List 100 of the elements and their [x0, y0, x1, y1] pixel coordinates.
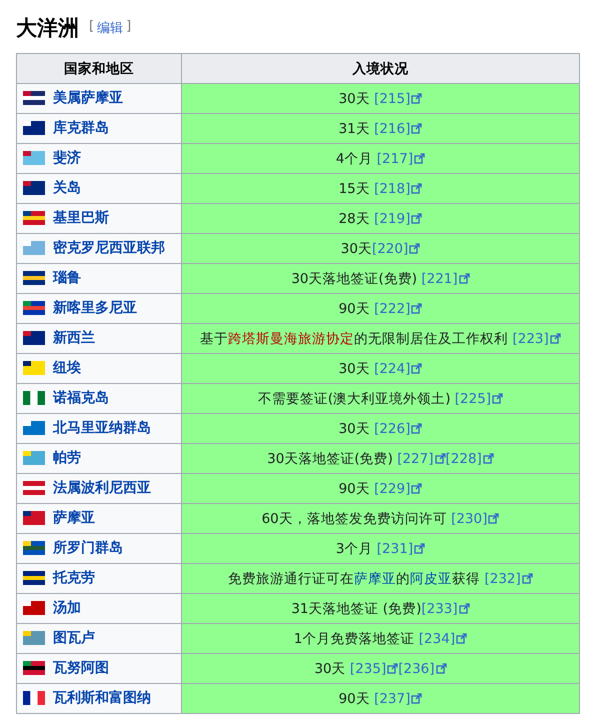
- flag-icon: [23, 570, 45, 584]
- reference-link[interactable]: [231]: [376, 540, 426, 556]
- reference-link[interactable]: [215]: [374, 90, 422, 106]
- entry-status-text: 30天: [340, 240, 372, 256]
- country-link[interactable]: 汤加: [53, 598, 81, 616]
- reference-link[interactable]: [223]: [512, 330, 561, 346]
- reference-link[interactable]: [222]: [374, 300, 422, 316]
- bracket: ]: [126, 19, 132, 36]
- reference-link[interactable]: [230]: [451, 510, 500, 526]
- reference-link[interactable]: [226]: [374, 420, 422, 436]
- entry-status-text: 30天: [338, 90, 371, 106]
- external-link-icon: [409, 243, 420, 254]
- flag-icon: [23, 690, 45, 704]
- country-link[interactable]: 帕劳: [53, 448, 81, 466]
- external-link-icon: [436, 663, 447, 674]
- entry-status-text: 免费旅游通行证可在萨摩亚的阿皮亚获得: [228, 570, 482, 586]
- flag-icon: [23, 300, 45, 314]
- flag-icon: [23, 390, 45, 404]
- reference-link[interactable]: [224]: [374, 360, 422, 376]
- country-link[interactable]: 关岛: [53, 178, 81, 196]
- entry-status-text: 30天: [314, 660, 347, 676]
- external-link-icon: [458, 603, 470, 614]
- external-link-icon: [414, 543, 426, 554]
- reference-link[interactable]: [237]: [374, 690, 422, 706]
- reference-link[interactable]: [220]: [372, 240, 420, 256]
- reference-link[interactable]: [235]: [350, 660, 398, 676]
- external-link-icon: [492, 393, 504, 404]
- entry-status-text: 31天落地签证 (免费): [291, 600, 422, 616]
- country-link[interactable]: 斐济: [53, 148, 81, 166]
- reference-link[interactable]: [233]: [421, 600, 470, 616]
- reference-link[interactable]: [236]: [398, 660, 447, 676]
- flag-icon: [23, 240, 45, 254]
- entry-status-text: 90天: [338, 300, 371, 316]
- reference-link[interactable]: [216]: [374, 120, 422, 136]
- external-link-icon: [550, 333, 561, 344]
- flag-icon: [23, 510, 45, 524]
- entry-status-text: 基于跨塔斯曼海旅游协定的无限制居住及工作权利: [200, 330, 510, 346]
- reference-link[interactable]: [225]: [454, 390, 504, 406]
- flag-icon: [23, 330, 45, 344]
- external-link-icon: [522, 573, 533, 584]
- reference-link[interactable]: [221]: [421, 270, 470, 286]
- article-link[interactable]: 阿皮亚: [410, 570, 452, 586]
- bracket: [: [89, 19, 94, 36]
- flag-icon: [23, 420, 45, 434]
- article-link[interactable]: 萨摩亚: [354, 570, 396, 586]
- reference-link[interactable]: [217]: [376, 150, 426, 166]
- external-link-icon: [411, 423, 422, 434]
- external-link-icon: [411, 693, 422, 704]
- flag-icon: [23, 180, 45, 194]
- entry-status-text: 31天: [338, 120, 371, 136]
- entry-status-text: 30天: [338, 420, 371, 436]
- reference-link[interactable]: [228]: [446, 450, 494, 466]
- flag-icon: [23, 270, 45, 284]
- flag-icon: [23, 90, 45, 104]
- entry-status-text: 不需要签证(澳大利亚境外领土): [258, 390, 452, 406]
- entry-status-text: 3个月: [336, 540, 374, 556]
- flag-icon: [23, 360, 45, 374]
- country-link[interactable]: 萨摩亚: [53, 508, 95, 526]
- external-link-icon: [411, 183, 422, 194]
- entry-status-text: 15天: [338, 180, 371, 196]
- reference-link[interactable]: [219]: [374, 210, 422, 226]
- external-link-icon: [434, 453, 446, 464]
- external-link-icon: [411, 363, 422, 374]
- reference-link[interactable]: [234]: [418, 630, 468, 646]
- flag-icon: [23, 450, 45, 464]
- entry-status-text: 30天: [338, 360, 371, 376]
- flag-icon: [23, 150, 45, 164]
- external-link-icon: [488, 513, 500, 524]
- external-link-icon: [411, 483, 422, 494]
- flag-icon: [23, 210, 45, 224]
- country-link[interactable]: 托克劳: [53, 568, 95, 586]
- entry-status-text: 60天，落地签发免费访问许可: [262, 510, 448, 526]
- reference-link[interactable]: [229]: [374, 480, 422, 496]
- column-header: 入境状况: [182, 54, 580, 84]
- missing-article-link[interactable]: 跨塔斯曼海旅游协定: [228, 330, 354, 346]
- reference-link[interactable]: [232]: [484, 570, 533, 586]
- entry-status-text: 1个月免费落地签证: [294, 630, 416, 646]
- entry-status-text: 28天: [338, 210, 371, 226]
- country-link[interactable]: 纽埃: [53, 358, 81, 376]
- external-link-icon: [387, 663, 398, 674]
- entry-status-text: 4个月: [336, 150, 374, 166]
- flag-icon: [23, 630, 45, 644]
- entry-status-text: 90天: [338, 480, 371, 496]
- external-link-icon: [411, 303, 422, 314]
- reference-link[interactable]: [227]: [397, 450, 446, 466]
- entry-status-text: 30天落地签证(免费): [291, 270, 418, 286]
- flag-icon: [23, 600, 45, 614]
- flag-icon: [23, 660, 45, 674]
- edit-link[interactable]: 编辑: [97, 19, 124, 37]
- flag-icon: [23, 540, 45, 554]
- country-link[interactable]: 新西兰: [53, 328, 95, 346]
- entry-status-text: 90天: [338, 690, 371, 706]
- column-header: 国家和地区: [16, 54, 182, 84]
- external-link-icon: [456, 633, 468, 644]
- external-link-icon: [411, 93, 422, 104]
- reference-link[interactable]: [218]: [374, 180, 422, 196]
- country-link[interactable]: 瑙鲁: [53, 268, 81, 286]
- external-link-icon: [458, 273, 470, 284]
- country-link[interactable]: 图瓦卢: [53, 628, 95, 646]
- section-heading: 大洋洲: [16, 15, 79, 42]
